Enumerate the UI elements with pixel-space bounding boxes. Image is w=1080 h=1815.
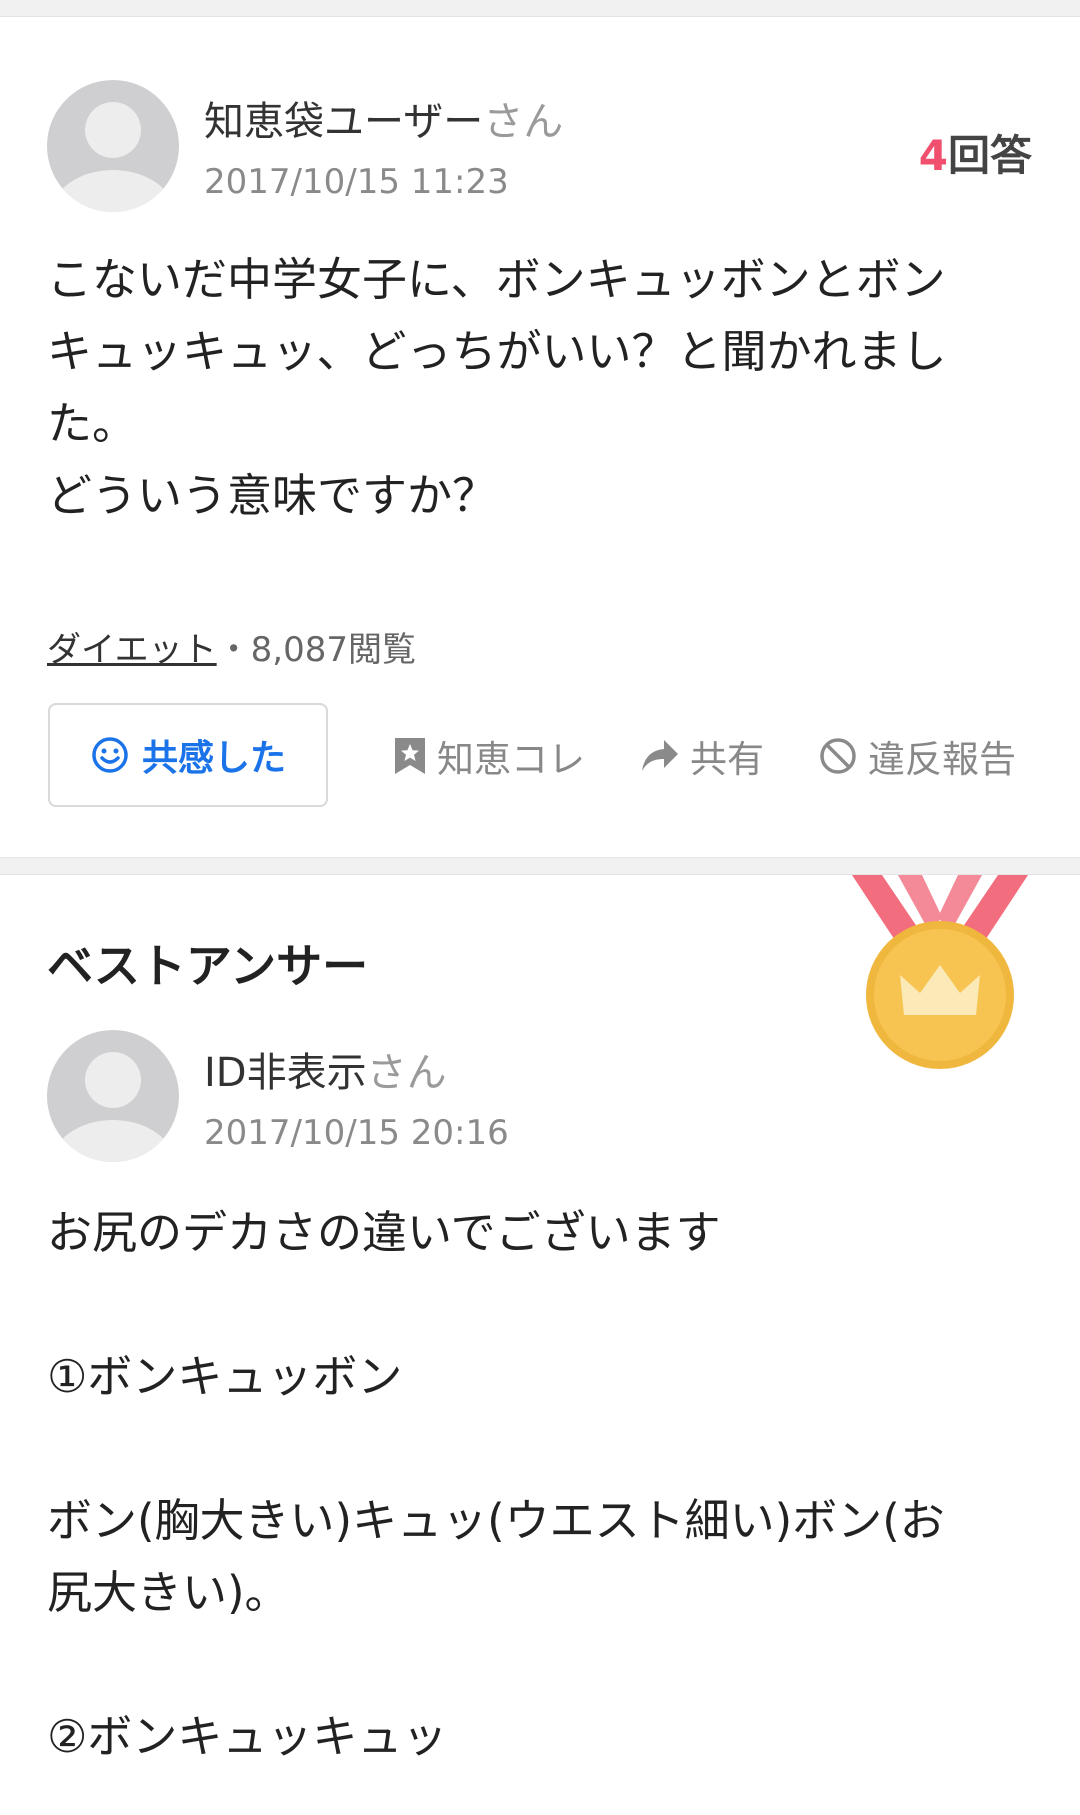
top-divider — [0, 0, 1080, 17]
questioner-name[interactable]: 知恵袋ユーザーさん — [204, 89, 563, 147]
answer-count-label: 回答 — [947, 131, 1032, 180]
questioner-name-suffix: さん — [483, 99, 564, 145]
view-count: 8,087閲覧 — [250, 630, 417, 670]
empathy-button-label: 共感した — [141, 738, 286, 779]
share-arrow-icon — [642, 740, 678, 771]
answer-text: お尻のデカさの違いでございます ①ボンキュッボン ボン(胸大きい)キュッ(ウエス… — [47, 1206, 945, 1763]
bookmark-star-icon — [395, 738, 425, 774]
share-button[interactable]: 共有 — [640, 729, 764, 783]
category-link[interactable]: ダイエット — [47, 630, 217, 670]
chiecolle-button[interactable]: 知恵コレ — [393, 729, 585, 783]
empathy-button[interactable]: 共感した — [48, 703, 328, 807]
answerer-name-text: ID非表示 — [204, 1050, 367, 1096]
question-section: 知恵袋ユーザーさん 2017/10/15 11:23 4回答 こないだ中学女子に… — [0, 17, 1080, 857]
answerer-avatar[interactable] — [47, 1030, 179, 1162]
report-label: 違反報告 — [868, 738, 1016, 781]
answerer-name[interactable]: ID非表示さん — [204, 1040, 447, 1098]
answer-count-number: 4 — [918, 131, 948, 180]
prohibit-icon — [820, 738, 856, 774]
best-answer-title: ベストアンサー — [47, 939, 369, 993]
answerer-name-suffix: さん — [366, 1050, 447, 1096]
questioner-avatar[interactable] — [47, 80, 179, 212]
question-text: こないだ中学女子に、ボンキュッボンとボン キュッキュッ、どっちがいい？と聞かれま… — [47, 253, 947, 522]
answer-date: 2017/10/15 20:16 — [204, 1113, 509, 1153]
question-date: 2017/10/15 11:23 — [204, 162, 509, 202]
chiecolle-label: 知恵コレ — [437, 738, 585, 781]
question-meta: ダイエット・8,087閲覧 — [47, 622, 416, 671]
best-answer-section: ベストアンサー ID非表示さん 2017/10/15 20:16 お尻のデカさの… — [0, 875, 1080, 1815]
answer-count[interactable]: 4回答 — [919, 122, 1032, 183]
report-button[interactable]: 違反報告 — [818, 729, 1016, 783]
share-label: 共有 — [690, 738, 764, 781]
questioner-name-text: 知恵袋ユーザー — [204, 99, 484, 145]
meta-separator: ・ — [216, 630, 251, 670]
section-divider — [0, 857, 1080, 875]
medal-icon — [852, 875, 1028, 1069]
smile-icon — [92, 737, 128, 773]
